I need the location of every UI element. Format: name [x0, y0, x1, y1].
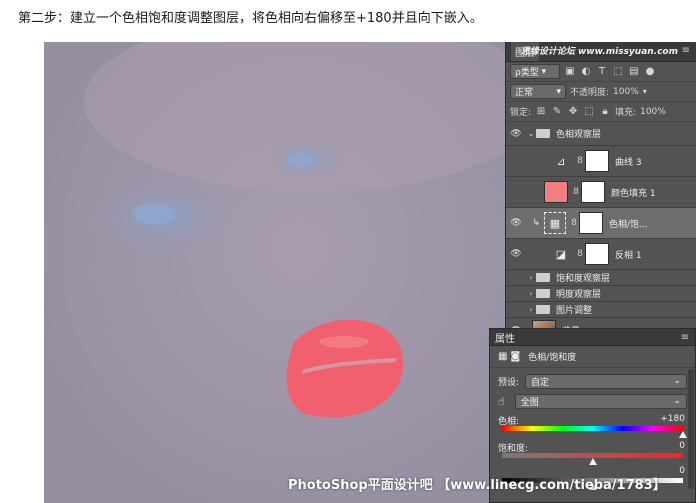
opacity-value[interactable]: 100% [613, 87, 639, 97]
curves-icon: ⊿ [556, 154, 566, 168]
lock-all-icon[interactable]: 🔒︎ [599, 106, 611, 117]
layer-hue-saturation[interactable]: 👁︎ ↳ ▦ 8 色相/饱... [506, 208, 696, 239]
eye-icon[interactable]: 👁︎ [506, 129, 526, 139]
lock-transparent-icon[interactable]: ⊞ [535, 106, 547, 117]
layer-name: 色相观察层 [556, 130, 602, 140]
site-watermark: 思缘设计论坛 www.missyuan.com [520, 47, 678, 57]
panel-menu-icon[interactable]: ≡ [682, 45, 690, 56]
fill-label: 填充: [615, 108, 637, 118]
layer-curves[interactable]: · ⊿ 8 曲线 3 [506, 146, 696, 177]
chevron-right-icon[interactable]: › [526, 305, 536, 314]
preset-label: 预设: [498, 377, 520, 388]
opacity-dropdown-icon[interactable]: ▾ [643, 87, 647, 96]
panel-scrollbar[interactable] [688, 369, 694, 489]
pixel-filter-icon[interactable]: ▣ [564, 66, 576, 77]
smart-filter-icon[interactable]: ▤ [628, 66, 640, 77]
layer-name: 饱和度观察层 [556, 274, 611, 284]
hue-slider[interactable] [502, 426, 687, 438]
eye-hidden-icon[interactable]: · [506, 273, 526, 283]
layer-invert[interactable]: 👁︎ ◪ 8 反相 1 [506, 239, 696, 270]
layers-panel: 图层 思缘设计论坛 www.missyuan.com ≡ ρ类型 ▾ ▣ ◐ T… [505, 42, 696, 344]
layer-mask-thumb [585, 150, 609, 172]
layer-name: 明度观察层 [556, 290, 602, 300]
hand-target-icon[interactable]: ☝︎ [498, 395, 505, 408]
folder-icon [536, 273, 550, 282]
saturation-slider[interactable] [502, 453, 683, 465]
adjust-filter-icon[interactable]: ◐ [580, 66, 592, 77]
layer-mask-thumb [579, 212, 603, 234]
hue-sat-icon: ▦ [544, 212, 566, 234]
hue-sat-icon[interactable]: ▦ [498, 351, 507, 362]
hue-value[interactable]: +180 [660, 414, 685, 426]
chevron-right-icon[interactable]: › [526, 273, 536, 282]
hue-label: 色相: [498, 417, 520, 427]
chevron-down-icon[interactable]: ⌄ [526, 129, 536, 138]
folder-icon [536, 129, 550, 138]
invert-icon: ◪ [555, 247, 567, 261]
portrait-illustration [44, 42, 508, 503]
link-icon: 8 [577, 156, 583, 166]
fill-color-thumb [544, 181, 568, 203]
layer-group-lightness[interactable]: · › 明度观察层 [506, 286, 696, 302]
blend-mode-select[interactable]: 正常 ▾ [510, 84, 566, 99]
folder-icon [536, 305, 550, 314]
type-filter-icon[interactable]: T [596, 66, 608, 77]
layer-group-adjust[interactable]: · › 图片调整 [506, 302, 696, 318]
layer-mask-thumb [585, 243, 609, 265]
filter-toggle-icon[interactable]: ● [644, 66, 656, 77]
layer-name: 反相 1 [615, 250, 642, 261]
saturation-slider-handle[interactable] [588, 458, 597, 465]
eye-hidden-icon[interactable]: · [506, 305, 526, 315]
layer-name: 颜色填充 1 [611, 188, 656, 199]
link-icon: 8 [577, 249, 583, 259]
saturation-value[interactable]: 0 [679, 441, 685, 453]
lock-position-icon[interactable]: ✥ [567, 106, 579, 117]
adjustment-title: 色相/饱和度 [528, 353, 577, 363]
layer-group-hue[interactable]: 👁︎ ⌄ 色相观察层 [506, 122, 696, 146]
lock-label: 锁定: [510, 108, 532, 118]
photo-canvas[interactable] [44, 42, 508, 503]
lightness-value[interactable]: 0 [679, 466, 685, 478]
tab-properties[interactable]: 属性 [495, 330, 515, 345]
layer-filter-select[interactable]: ρ类型 ▾ [510, 64, 560, 79]
eye-icon[interactable]: 👁︎ [506, 249, 526, 259]
layer-name: 色相/饱... [609, 219, 648, 230]
layer-name: 图片调整 [556, 306, 593, 316]
step-caption: 第二步：建立一个色相饱和度调整图层，将色相向右偏移至+180并且向下嵌入。 [18, 11, 483, 26]
folder-icon [536, 289, 550, 298]
eye-hidden-icon[interactable]: · [506, 187, 526, 197]
lock-artboard-icon[interactable]: ⬚ [583, 106, 595, 117]
fill-value[interactable]: 100% [640, 107, 666, 117]
saturation-label: 饱和度: [498, 444, 529, 454]
hue-slider-handle[interactable] [679, 431, 687, 438]
eye-hidden-icon[interactable]: · [506, 156, 526, 166]
eye-icon[interactable]: 👁︎ [506, 218, 526, 228]
channel-select[interactable]: 全图 ⌄ [514, 393, 687, 409]
layer-mask-thumb [581, 181, 605, 203]
clip-arrow-icon: ↳ [532, 218, 540, 228]
link-icon: 8 [571, 218, 577, 228]
opacity-label: 不透明度: [570, 88, 610, 98]
link-icon: 8 [573, 187, 579, 197]
layer-name: 曲线 3 [615, 157, 642, 168]
chevron-right-icon[interactable]: › [526, 289, 536, 298]
shape-filter-icon[interactable]: ⬚ [612, 66, 624, 77]
footer-watermark: PhotoShop平面设计吧 【www.linecg.com/tieba/178… [288, 478, 666, 493]
preset-select[interactable]: 自定 ⌄ [525, 373, 687, 389]
panel-menu-icon[interactable]: ≡ [681, 332, 689, 343]
mask-icon[interactable]: ◙ [510, 351, 520, 362]
eye-hidden-icon[interactable]: · [506, 289, 526, 299]
layer-color-fill[interactable]: · 8 颜色填充 1 [506, 177, 696, 208]
layer-group-saturation[interactable]: · › 饱和度观察层 [506, 270, 696, 286]
lock-paint-icon[interactable]: ✎ [551, 106, 563, 117]
